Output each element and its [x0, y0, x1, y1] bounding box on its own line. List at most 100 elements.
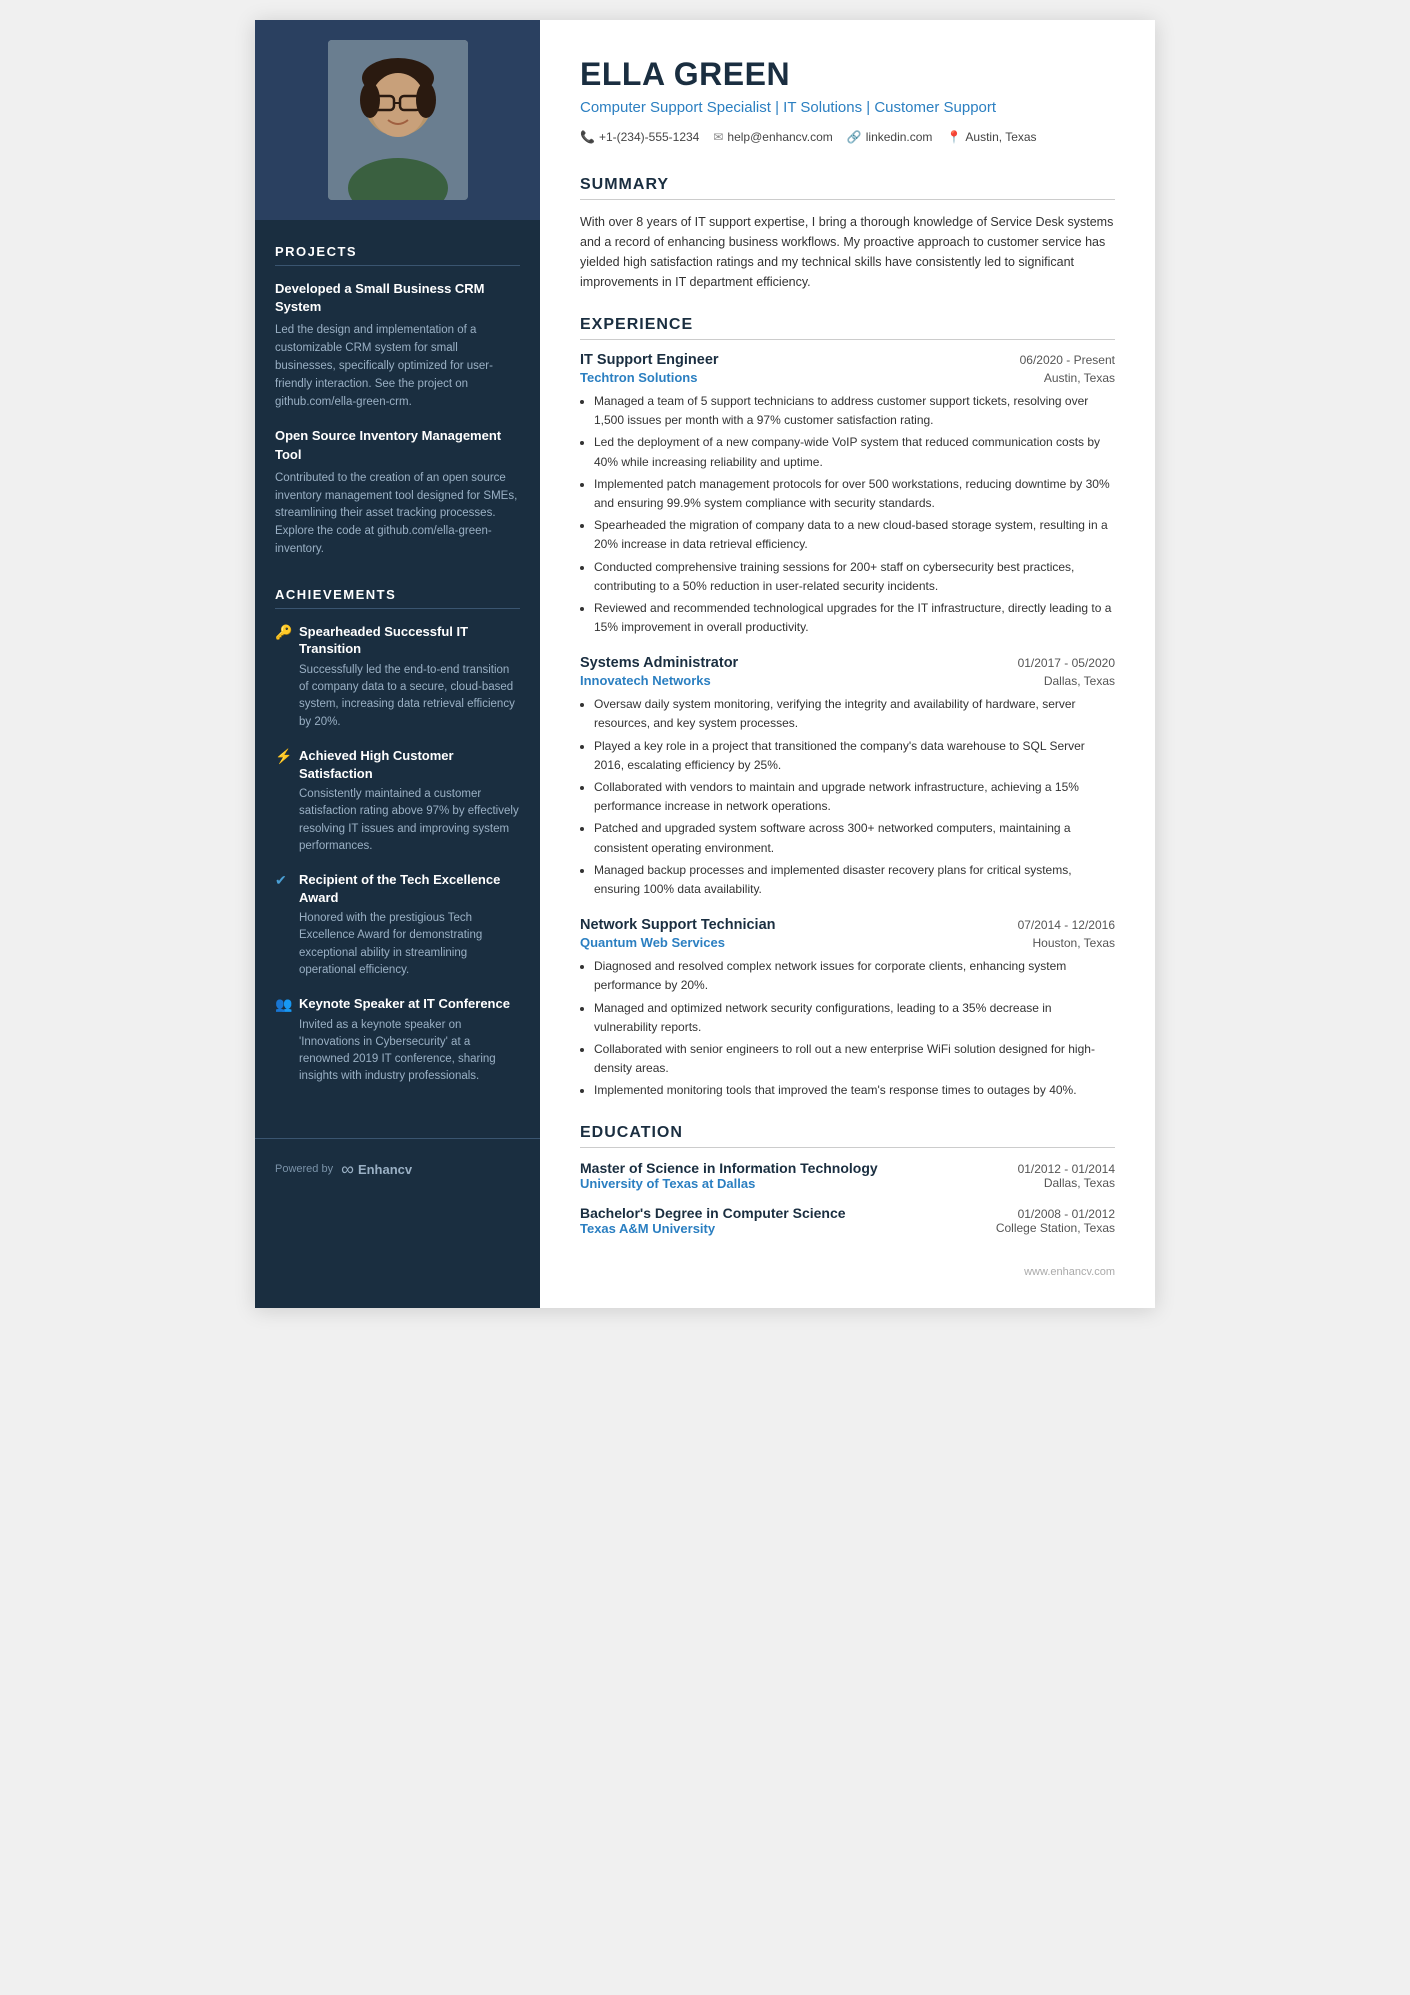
phone-value: +1-(234)-555-1234 [599, 130, 699, 144]
powered-by-label: Powered by [275, 1163, 333, 1175]
project-desc: Led the design and implementation of a c… [275, 322, 520, 411]
exp-dates: 01/2017 - 05/2020 [1018, 656, 1115, 670]
exp-role: Systems Administrator [580, 655, 738, 671]
edu-school: Texas A&M University [580, 1221, 715, 1236]
achievement-item: ⚡ Achieved High Customer Satisfaction Co… [275, 747, 520, 855]
exp-company: Quantum Web Services [580, 935, 725, 950]
achievement-title: Spearheaded Successful IT Transition [299, 623, 520, 658]
education-list: Master of Science in Information Technol… [580, 1160, 1115, 1236]
edu-location: Dallas, Texas [1044, 1176, 1115, 1191]
projects-section-title: PROJECTS [275, 244, 520, 266]
achievements-list: 🔑 Spearheaded Successful IT Transition S… [275, 623, 520, 1086]
enhancv-logo: ∞ Enhancv [341, 1159, 412, 1180]
sidebar-content: PROJECTS Developed a Small Business CRM … [255, 220, 540, 1138]
project-item: Open Source Inventory Management Tool Co… [275, 427, 520, 558]
edu-location: College Station, Texas [996, 1221, 1115, 1236]
sidebar-footer: Powered by ∞ Enhancv [255, 1138, 540, 1200]
bullet-item: Spearheaded the migration of company dat… [594, 516, 1115, 554]
person-icon: 👥 [275, 996, 291, 1013]
experience-item: Network Support Technician 07/2014 - 12/… [580, 917, 1115, 1100]
experience-list: IT Support Engineer 06/2020 - Present Te… [580, 352, 1115, 1100]
contact-location: 📍 Austin, Texas [946, 130, 1036, 144]
exp-company: Techtron Solutions [580, 370, 697, 385]
bullet-item: Played a key role in a project that tran… [594, 737, 1115, 775]
key-icon: 🔑 [275, 624, 291, 641]
education-title: EDUCATION [580, 1124, 1115, 1148]
education-item: Master of Science in Information Technol… [580, 1160, 1115, 1191]
achievement-item: 🔑 Spearheaded Successful IT Transition S… [275, 623, 520, 731]
bullet-item: Diagnosed and resolved complex network i… [594, 957, 1115, 995]
contact-linkedin[interactable]: 🔗 linkedin.com [847, 130, 933, 144]
exp-role: IT Support Engineer [580, 352, 719, 368]
phone-icon: 📞 [580, 130, 595, 144]
achievement-item: 👥 Keynote Speaker at IT Conference Invit… [275, 995, 520, 1086]
summary-section: SUMMARY With over 8 years of IT support … [580, 176, 1115, 292]
experience-section: EXPERIENCE IT Support Engineer 06/2020 -… [580, 316, 1115, 1100]
photo-area [255, 20, 540, 220]
exp-role: Network Support Technician [580, 917, 776, 933]
education-section: EDUCATION Master of Science in Informati… [580, 1124, 1115, 1236]
bullet-item: Managed and optimized network security c… [594, 999, 1115, 1037]
bullet-item: Collaborated with senior engineers to ro… [594, 1040, 1115, 1078]
check-icon: ✔ [275, 872, 291, 889]
bullet-item: Implemented monitoring tools that improv… [594, 1081, 1115, 1100]
achievement-desc: Successfully led the end-to-end transiti… [299, 662, 520, 731]
summary-title: SUMMARY [580, 176, 1115, 200]
logo-icon: ∞ [341, 1159, 354, 1180]
main-content: ELLA GREEN Computer Support Specialist |… [540, 20, 1155, 1308]
contact-email[interactable]: ✉ help@enhancv.com [713, 130, 832, 144]
project-title: Developed a Small Business CRM System [275, 280, 520, 316]
bullet-item: Oversaw daily system monitoring, verifyi… [594, 695, 1115, 733]
exp-company: Innovatech Networks [580, 673, 711, 688]
location-value: Austin, Texas [965, 130, 1036, 144]
bullet-item: Implemented patch management protocols f… [594, 475, 1115, 513]
project-title: Open Source Inventory Management Tool [275, 427, 520, 463]
avatar [328, 40, 468, 200]
project-item: Developed a Small Business CRM System Le… [275, 280, 520, 411]
exp-location: Austin, Texas [1044, 371, 1115, 385]
linkedin-value: linkedin.com [866, 130, 933, 144]
experience-title: EXPERIENCE [580, 316, 1115, 340]
person-name: ELLA GREEN [580, 56, 1115, 93]
edu-dates: 01/2008 - 01/2012 [1018, 1207, 1115, 1221]
resume-container: PROJECTS Developed a Small Business CRM … [255, 20, 1155, 1308]
achievement-desc: Honored with the prestigious Tech Excell… [299, 910, 520, 979]
exp-location: Houston, Texas [1033, 936, 1116, 950]
achievements-section: ACHIEVEMENTS 🔑 Spearheaded Successful IT… [275, 587, 520, 1086]
experience-item: Systems Administrator 01/2017 - 05/2020 … [580, 655, 1115, 899]
projects-list: Developed a Small Business CRM System Le… [275, 280, 520, 559]
contact-bar: 📞 +1-(234)-555-1234 ✉ help@enhancv.com 🔗… [580, 130, 1115, 152]
achievement-item: ✔ Recipient of the Tech Excellence Award… [275, 871, 520, 979]
location-icon: 📍 [946, 130, 961, 144]
achievement-desc: Consistently maintained a customer satis… [299, 786, 520, 855]
exp-dates: 06/2020 - Present [1020, 353, 1115, 367]
achievement-title: Achieved High Customer Satisfaction [299, 747, 520, 782]
achievement-title: Recipient of the Tech Excellence Award [299, 871, 520, 906]
edu-school: University of Texas at Dallas [580, 1176, 755, 1191]
bullet-item: Patched and upgraded system software acr… [594, 819, 1115, 857]
person-title: Computer Support Specialist | IT Solutio… [580, 97, 1115, 118]
achievement-title: Keynote Speaker at IT Conference [299, 995, 520, 1013]
exp-bullets: Diagnosed and resolved complex network i… [580, 957, 1115, 1100]
logo-text: Enhancv [358, 1162, 412, 1177]
achievement-desc: Invited as a keynote speaker on 'Innovat… [299, 1017, 520, 1086]
exp-bullets: Managed a team of 5 support technicians … [580, 392, 1115, 637]
bullet-item: Managed a team of 5 support technicians … [594, 392, 1115, 430]
project-desc: Contributed to the creation of an open s… [275, 470, 520, 559]
achievements-section-title: ACHIEVEMENTS [275, 587, 520, 609]
lightning-icon: ⚡ [275, 748, 291, 765]
summary-text: With over 8 years of IT support expertis… [580, 212, 1115, 292]
exp-location: Dallas, Texas [1044, 674, 1115, 688]
exp-bullets: Oversaw daily system monitoring, verifyi… [580, 695, 1115, 899]
bullet-item: Collaborated with vendors to maintain an… [594, 778, 1115, 816]
email-icon: ✉ [713, 130, 723, 144]
contact-phone: 📞 +1-(234)-555-1234 [580, 130, 699, 144]
bullet-item: Led the deployment of a new company-wide… [594, 433, 1115, 471]
edu-dates: 01/2012 - 01/2014 [1018, 1162, 1115, 1176]
edu-degree: Bachelor's Degree in Computer Science [580, 1205, 846, 1221]
bullet-item: Reviewed and recommended technological u… [594, 599, 1115, 637]
bullet-item: Conducted comprehensive training session… [594, 558, 1115, 596]
bullet-item: Managed backup processes and implemented… [594, 861, 1115, 899]
linkedin-icon: 🔗 [847, 130, 862, 144]
sidebar: PROJECTS Developed a Small Business CRM … [255, 20, 540, 1308]
